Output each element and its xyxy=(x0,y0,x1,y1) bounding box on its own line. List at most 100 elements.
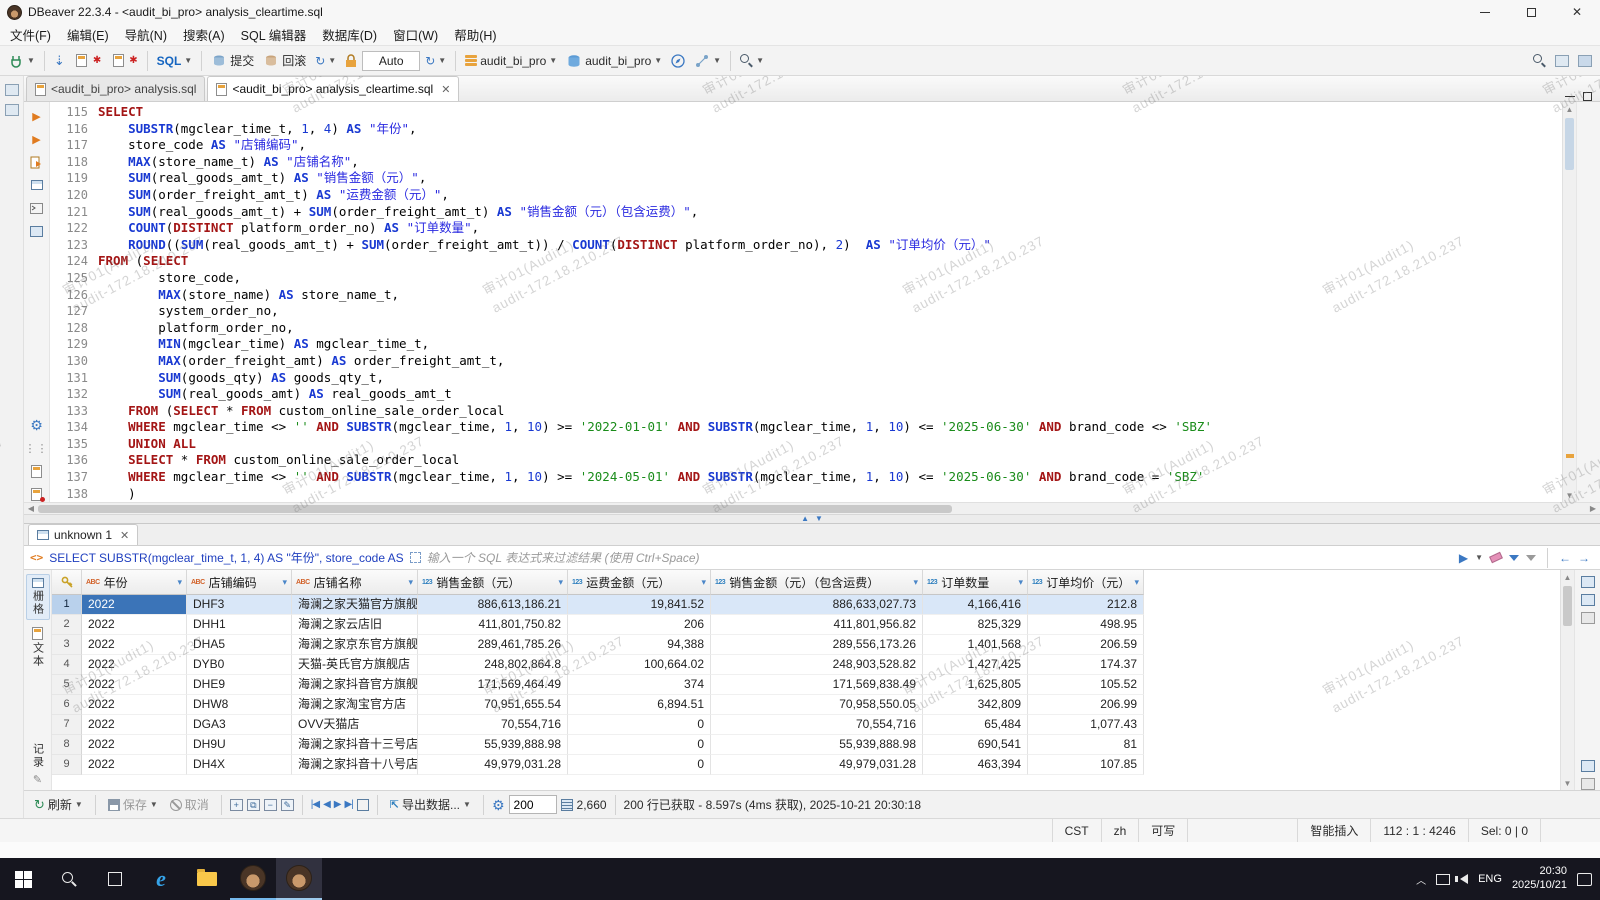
tray-expand-icon[interactable]: ︿ xyxy=(1416,872,1426,887)
schema-selector[interactable]: audit_bi_pro▼ xyxy=(562,49,666,73)
grid-cell[interactable]: 2022 xyxy=(82,595,187,615)
scrollbar-thumb[interactable] xyxy=(1565,118,1574,170)
column-filter-icon[interactable]: ▾ xyxy=(913,577,918,588)
menu-item[interactable]: 编辑(E) xyxy=(59,25,117,44)
zoom-cell-icon[interactable] xyxy=(357,799,369,811)
expand-filter-icon[interactable] xyxy=(410,552,421,563)
tab-close-icon[interactable]: ✕ xyxy=(441,83,450,96)
search-button[interactable]: ▼ xyxy=(736,49,768,73)
grid-cell[interactable]: 海澜之家天猫官方旗舰店 xyxy=(292,595,418,615)
new-connection-button[interactable]: ▼ xyxy=(4,49,39,73)
grid-cell[interactable]: 70,554,716 xyxy=(711,715,923,735)
tab-analysis-cleartime-sql[interactable]: <audit_bi_pro> analysis_cleartime.sql ✕ xyxy=(207,76,459,101)
save-button[interactable]: 保存▼ xyxy=(104,793,162,817)
txn-log2-button[interactable]: ✱ xyxy=(106,49,141,73)
compass-icon[interactable] xyxy=(667,49,689,73)
menu-item[interactable]: 导航(N) xyxy=(117,25,175,44)
grid-cell[interactable]: 海澜之家抖音官方旗舰店 xyxy=(292,675,418,695)
row-number[interactable]: 1 xyxy=(52,595,82,615)
menu-item[interactable]: 搜索(A) xyxy=(175,25,233,44)
maximize-button[interactable] xyxy=(1508,0,1554,24)
collapse-up-icon[interactable]: ▲ xyxy=(801,515,809,523)
grid-cell[interactable]: 411,801,956.82 xyxy=(711,615,923,635)
connection-selector[interactable]: audit_bi_pro▼ xyxy=(461,49,561,73)
grid-cell[interactable]: 100,664.02 xyxy=(568,655,711,675)
grid-cell[interactable]: OVV天猫店 xyxy=(292,715,418,735)
grid-cell[interactable]: 2022 xyxy=(82,755,187,775)
dotted-menu-icon[interactable]: ⋮⋮ xyxy=(29,440,45,456)
editor-results-splitter[interactable]: ▲ ▼ xyxy=(24,514,1600,524)
scrollbar-thumb[interactable] xyxy=(1563,586,1572,626)
grid-cell[interactable]: 171,569,838.49 xyxy=(711,675,923,695)
export-data-button[interactable]: ⇱导出数据...▼ xyxy=(386,793,475,817)
menu-item[interactable]: 窗口(W) xyxy=(385,25,446,44)
grid-cell[interactable]: 2022 xyxy=(82,615,187,635)
grid-cell[interactable]: 海澜之家淘宝官方店 xyxy=(292,695,418,715)
execute-script-icon[interactable] xyxy=(29,154,45,170)
network-tray-icon[interactable] xyxy=(1436,874,1450,885)
grid-cell[interactable]: DYB0 xyxy=(187,655,292,675)
restore-panel-icon[interactable] xyxy=(5,84,19,96)
grid-cell[interactable]: 206 xyxy=(568,615,711,635)
menu-item[interactable]: 数据库(D) xyxy=(314,25,385,44)
grid-cell[interactable]: DH4X xyxy=(187,755,292,775)
next-row-icon[interactable]: ▶ xyxy=(334,799,341,810)
grid-cell[interactable]: 105.52 xyxy=(1028,675,1144,695)
menu-item[interactable]: 帮助(H) xyxy=(446,25,504,44)
metadata-panel-icon[interactable] xyxy=(1581,594,1595,606)
row-number-header[interactable] xyxy=(52,570,82,595)
filter-input[interactable]: 输入一个 SQL 表达式来过滤结果 (使用 Ctrl+Space) xyxy=(427,549,1453,566)
first-row-icon[interactable]: |◀ xyxy=(311,799,319,810)
execute-new-tab-icon[interactable]: ▶ xyxy=(29,131,45,147)
column-filter-icon[interactable]: ▾ xyxy=(408,577,413,588)
tab-text-view[interactable]: 文本 xyxy=(26,624,50,671)
grid-cell[interactable]: 81 xyxy=(1028,735,1144,755)
column-header[interactable]: ABC店铺名称▾ xyxy=(292,570,418,595)
grid-cell[interactable]: 107.85 xyxy=(1028,755,1144,775)
grid-cell[interactable]: 6,894.51 xyxy=(568,695,711,715)
perspective-icon[interactable] xyxy=(1574,49,1596,73)
grid-cell[interactable]: 49,979,031.28 xyxy=(711,755,923,775)
grid-cell[interactable]: 206.99 xyxy=(1028,695,1144,715)
grid-cell[interactable]: 海澜之家京东官方旗舰店 xyxy=(292,635,418,655)
grid-cell[interactable]: DHA5 xyxy=(187,635,292,655)
cancel-button[interactable]: 取消 xyxy=(166,793,213,817)
column-header[interactable]: 123运费金额（元）▾ xyxy=(568,570,711,595)
add-row-icon[interactable]: + xyxy=(230,799,243,811)
row-number[interactable]: 6 xyxy=(52,695,82,715)
collapse-down-icon[interactable]: ▼ xyxy=(815,515,823,523)
file-explorer-button[interactable] xyxy=(184,858,230,900)
column-header[interactable]: 123销售金额（元）（包含运费）▾ xyxy=(711,570,923,595)
grid-cell[interactable]: 94,388 xyxy=(568,635,711,655)
txn-mode-button[interactable]: ↻▼ xyxy=(311,49,340,73)
prev-row-icon[interactable]: ◀ xyxy=(323,799,330,810)
edit-cell-icon[interactable]: ✎ xyxy=(281,799,294,811)
grid-cell[interactable]: 886,613,186.21 xyxy=(418,595,568,615)
value-panel-icon[interactable] xyxy=(1581,576,1595,588)
result-settings-gear-icon[interactable]: ⚙ xyxy=(492,798,505,812)
row-number[interactable]: 4 xyxy=(52,655,82,675)
apply-filter-icon[interactable]: ▶ xyxy=(1459,551,1468,565)
grid-cell[interactable]: DHW8 xyxy=(187,695,292,715)
aggregate-panel-icon[interactable] xyxy=(1581,612,1595,624)
column-filter-icon[interactable]: ▾ xyxy=(1018,577,1023,588)
column-filter-icon[interactable]: ▾ xyxy=(558,577,563,588)
close-button[interactable]: ✕ xyxy=(1554,0,1600,24)
grid-cell[interactable]: 70,951,655.54 xyxy=(418,695,568,715)
grid-cell[interactable]: 49,979,031.28 xyxy=(418,755,568,775)
grid-cell[interactable]: 海澜之家抖音十三号店 xyxy=(292,735,418,755)
grid-cell[interactable]: 289,461,785.26 xyxy=(418,635,568,655)
grid-cell[interactable]: 171,569,464.49 xyxy=(418,675,568,695)
column-header[interactable]: 123订单均价（元）▾ xyxy=(1028,570,1144,595)
grid-cell[interactable]: 248,903,528.82 xyxy=(711,655,923,675)
grid-cell[interactable]: 2022 xyxy=(82,655,187,675)
export-plan-icon[interactable] xyxy=(29,223,45,239)
taskbar-search-button[interactable] xyxy=(46,858,92,900)
maximize-view-icon[interactable] xyxy=(1583,92,1592,101)
minimize-view-icon[interactable] xyxy=(1565,96,1575,97)
save-script-icon[interactable] xyxy=(29,463,45,479)
start-button[interactable] xyxy=(0,858,46,900)
open-perspective-icon[interactable] xyxy=(1551,49,1573,73)
grid-cell[interactable]: 1,401,568 xyxy=(923,635,1028,655)
grid-cell[interactable]: 2022 xyxy=(82,675,187,695)
